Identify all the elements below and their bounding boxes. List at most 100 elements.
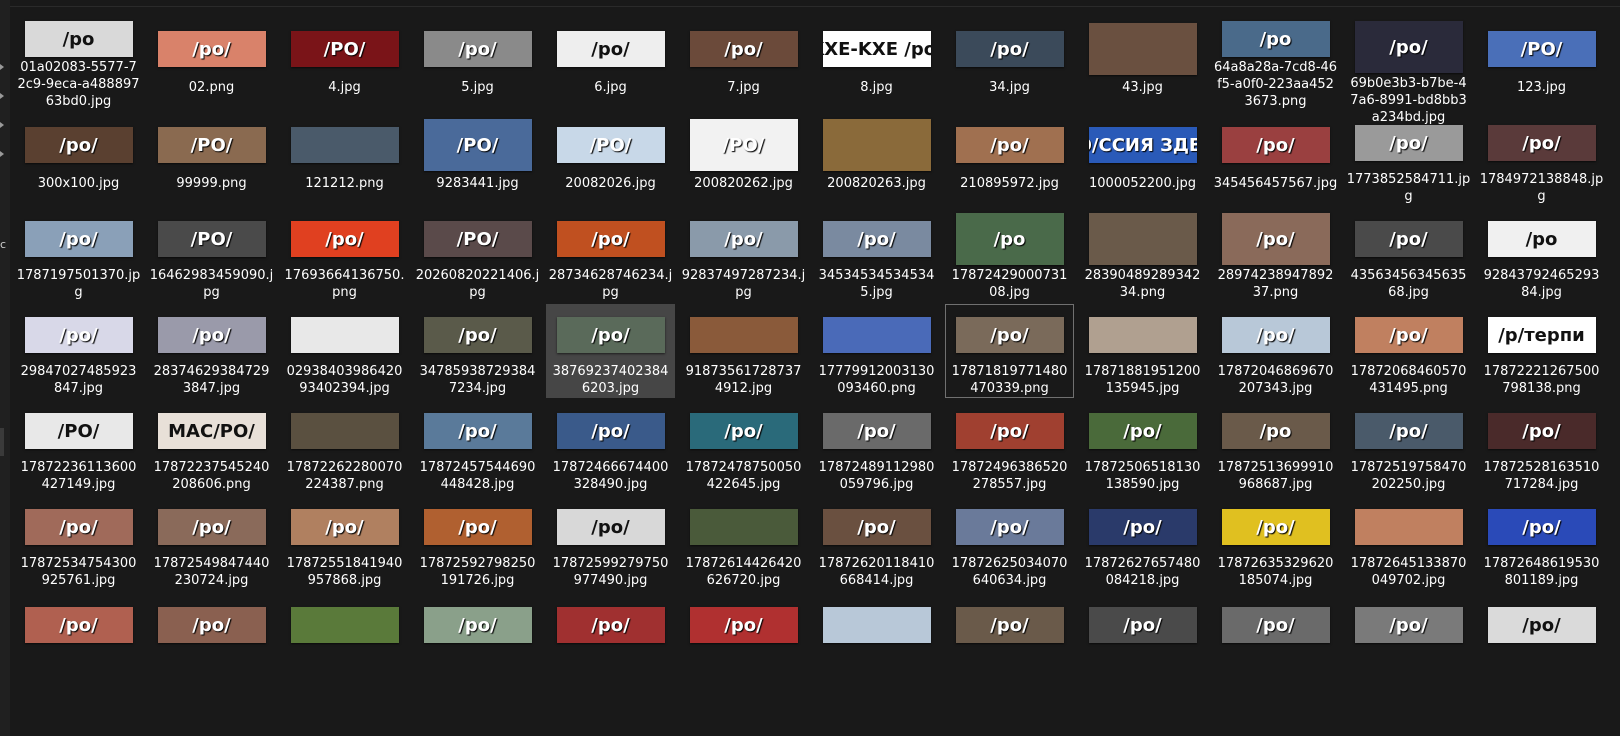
file-item[interactable]: /po/ (413, 592, 542, 686)
file-item[interactable]: /po/17872599279750977490.jpg (546, 496, 675, 590)
file-item[interactable]: /po 17872513699910968687.jpg (1211, 400, 1340, 494)
file-item[interactable]: /po/17872534754300925761.jpg (14, 496, 143, 590)
file-item[interactable]: /po/17872592798250191726.jpg (413, 496, 542, 590)
file-item[interactable]: /po/17871819771480470339.png (945, 304, 1074, 398)
file-item[interactable]: /po 9284379246529384.jpg (1477, 208, 1606, 302)
file-item[interactable]: /po/17872627657480084218.jpg (1078, 496, 1207, 590)
file-item[interactable]: 200820263.jpg (812, 112, 941, 206)
thumbnail-caption: /po/ (1256, 324, 1295, 346)
file-item[interactable]: /po/17872551841940957868.jpg (280, 496, 409, 590)
file-item[interactable]: 17872614426420626720.jpg (679, 496, 808, 590)
file-item[interactable]: KXE-KXE /po/8.jpg (812, 16, 941, 110)
file-item[interactable]: /po/17872620118410668414.jpg (812, 496, 941, 590)
file-name: 17779912003130093460.png (818, 364, 935, 396)
file-item[interactable]: /PO/16462983459090.jpg (147, 208, 276, 302)
file-item[interactable]: /po/17872506518130138590.jpg (1078, 400, 1207, 494)
thumbnail-caption: /po/ (192, 516, 231, 538)
file-item[interactable]: /po/1787197501370.jpg (14, 208, 143, 302)
file-item[interactable]: /PO/20082026.jpg (546, 112, 675, 206)
thumbnail-container (822, 309, 932, 361)
file-item[interactable] (280, 592, 409, 686)
file-item[interactable]: /po/69b0e3b3-b7be-47a6-8991-bd8bb3a234bd… (1344, 16, 1473, 125)
file-item[interactable]: /po/29847027485923847.jpg (14, 304, 143, 398)
expand-arrow-icon[interactable] (0, 64, 4, 70)
file-item[interactable]: /po/ (14, 592, 143, 686)
file-item[interactable]: /po/1784972138848.jpg (1477, 112, 1606, 206)
file-item[interactable]: /PO/200820262.jpg (679, 112, 808, 206)
file-item[interactable]: 43.jpg (1078, 16, 1207, 110)
image-thumbnail: /po/ (955, 413, 1064, 449)
file-item[interactable]: /po/283746293847293847.jpg (147, 304, 276, 398)
file-item[interactable]: /po/300x100.jpg (14, 112, 143, 206)
file-item[interactable]: /po/17872549847440230724.jpg (147, 496, 276, 590)
file-item[interactable]: /po/ (1078, 592, 1207, 686)
file-item[interactable]: /po/17872519758470202250.jpg (1344, 400, 1473, 494)
file-item[interactable]: /po/1773852584711.jpg (1344, 112, 1473, 206)
file-item[interactable]: /PO/17872236113600427149.jpg (14, 400, 143, 494)
file-item[interactable]: /po 1787242900073108.jpg (945, 208, 1074, 302)
image-thumbnail: /р/терпи (1487, 317, 1596, 353)
file-item[interactable]: /po/5.jpg (413, 16, 542, 110)
file-item[interactable]: /po/ (546, 592, 675, 686)
file-item[interactable]: /po/ (1477, 592, 1606, 686)
expand-arrow-icon[interactable] (0, 151, 4, 157)
file-item[interactable]: /po/17872496386520278557.jpg (945, 400, 1074, 494)
file-item[interactable]: /po/17872478750050422645.jpg (679, 400, 808, 494)
file-item[interactable]: MAC/PO/17872237545240208606.png (147, 400, 276, 494)
image-thumbnail: /po/ (157, 509, 266, 545)
file-item[interactable]: /po/17872635329620185074.jpg (1211, 496, 1340, 590)
file-item[interactable]: /po/ (1211, 592, 1340, 686)
file-item[interactable]: 17779912003130093460.png (812, 304, 941, 398)
file-item[interactable]: 0293840398642093402394.jpg (280, 304, 409, 398)
file-item[interactable]: /po/92837497287234.jpg (679, 208, 808, 302)
file-item[interactable]: /PO/9283441.jpg (413, 112, 542, 206)
file-item[interactable]: /po/6.jpg (546, 16, 675, 110)
expand-arrow-icon[interactable] (0, 122, 4, 128)
thumbnail-caption: /po/ (1256, 614, 1295, 636)
file-item[interactable]: /PO/99999.png (147, 112, 276, 206)
file-item[interactable]: /PO/123.jpg (1477, 16, 1606, 110)
file-item[interactable] (812, 592, 941, 686)
file-item[interactable]: /po/17872068460570431495.png (1344, 304, 1473, 398)
thumbnail-caption: /PO/ (589, 134, 632, 156)
expand-arrow-icon[interactable] (0, 93, 4, 99)
file-item[interactable]: /po/210895972.jpg (945, 112, 1074, 206)
file-item[interactable]: /po/7.jpg (679, 16, 808, 110)
file-item[interactable]: /po 64a8a28a-7cd8-46f5-a0f0-223aa4523673.… (1211, 16, 1340, 110)
image-thumbnail: /po/ (24, 221, 133, 257)
file-item[interactable]: /р/терпи 17872221267500798138.png (1477, 304, 1606, 398)
file-item[interactable]: /po/34.jpg (945, 16, 1074, 110)
file-item[interactable]: 17871881951200135945.jpg (1078, 304, 1207, 398)
file-item[interactable]: /PO/4.jpg (280, 16, 409, 110)
image-thumbnail: /po/ (955, 509, 1064, 545)
file-item[interactable]: /po/17693664136750.png (280, 208, 409, 302)
file-item[interactable]: /po/345345345345345.jpg (812, 208, 941, 302)
file-item[interactable]: /po/347859387293847234.jpg (413, 304, 542, 398)
file-item[interactable]: /po/345456457567.jpg (1211, 112, 1340, 206)
file-item[interactable]: /po/17872625034070640634.jpg (945, 496, 1074, 590)
file-item[interactable]: /PO/ССИЯ ЗДЕСЬ 1000052200.jpg (1078, 112, 1207, 206)
file-item[interactable]: 121212.png (280, 112, 409, 206)
file-item[interactable]: /po/4356345634563568.jpg (1344, 208, 1473, 302)
file-item[interactable]: /po/02.png (147, 16, 276, 110)
file-item[interactable]: /po/ (1344, 592, 1473, 686)
file-item[interactable]: /po/17872046869670207343.jpg (1211, 304, 1340, 398)
file-item[interactable]: 918735617287374912.jpg (679, 304, 808, 398)
file-item[interactable]: /po/ (679, 592, 808, 686)
file-item[interactable]: /po/17872457544690448428.jpg (413, 400, 542, 494)
file-item[interactable]: /po/17872648619530801189.jpg (1477, 496, 1606, 590)
file-item[interactable]: /po/17872489112980059796.jpg (812, 400, 941, 494)
file-item[interactable]: /po 01a02083-5577-72c9-9eca-a48889763bd0.… (14, 16, 143, 110)
file-item[interactable]: /po/2897423894789237.png (1211, 208, 1340, 302)
file-item[interactable]: 2839048928934234.png (1078, 208, 1207, 302)
file-item[interactable]: 17872262280070224387.png (280, 400, 409, 494)
file-item[interactable]: /po/ (945, 592, 1074, 686)
file-item[interactable]: 17872645133870049702.jpg (1344, 496, 1473, 590)
file-item[interactable]: /PO/20260820221406.jpg (413, 208, 542, 302)
file-name: 121212.png (305, 176, 384, 191)
file-item[interactable]: /po/17872466674400328490.jpg (546, 400, 675, 494)
file-item[interactable]: /po/ (147, 592, 276, 686)
file-item[interactable]: /po/387692374023846203.jpg (546, 304, 675, 398)
file-item[interactable]: /po/17872528163510717284.jpg (1477, 400, 1606, 494)
file-item[interactable]: /po/28734628746234.jpg (546, 208, 675, 302)
